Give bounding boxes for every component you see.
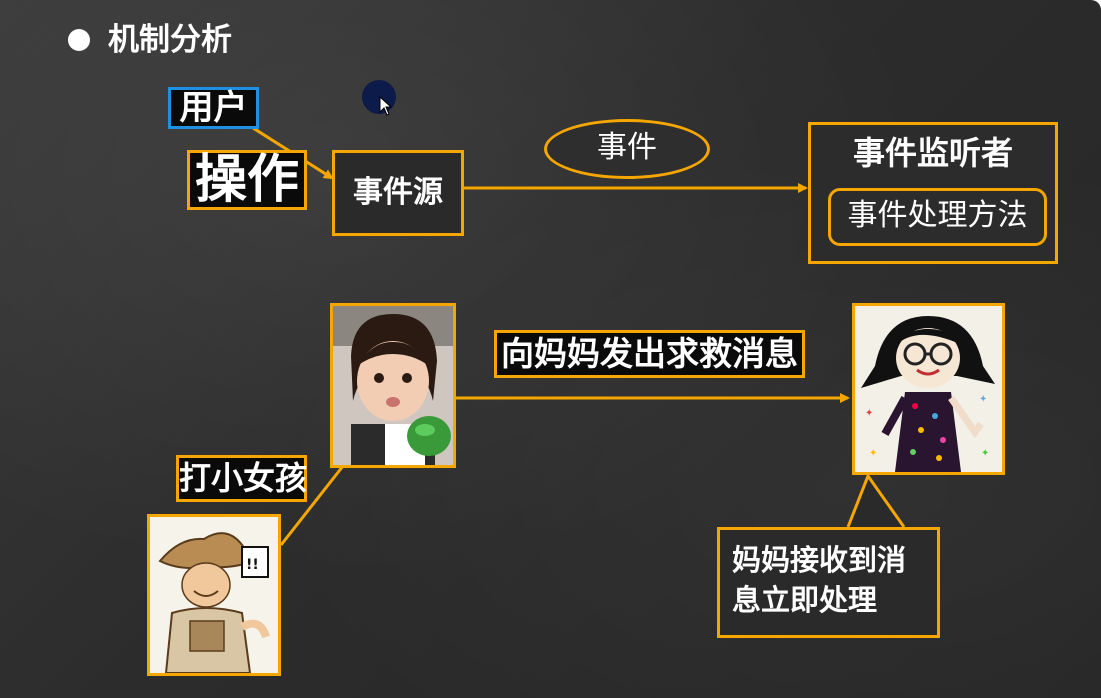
handler-method-box: 事件处理方法 [828,188,1047,246]
operation-label: 操作 [187,150,307,210]
svg-text:✦: ✦ [979,394,987,405]
event-ellipse: 事件 [544,119,710,179]
callout-pointer [846,472,906,528]
little-girl-photo [330,303,456,468]
listener-title: 事件监听者 [852,134,1013,172]
boy-drawing: !! [147,514,281,676]
mother-callout: 妈妈接收到消息立即处理 [717,527,940,638]
mother-drawing: ✦ ✦ ✦ ✦ [852,303,1005,475]
event-source-box: 事件源 [332,150,464,236]
hit-girl-label: 打小女孩 [176,455,307,502]
slide: 机制分析 用户 操作 事件源 事件 事件监听者 事件处理方法 ✦ ✦ ✦ ✦ !… [0,0,1101,698]
svg-text:✦: ✦ [865,408,873,419]
svg-text:✦: ✦ [981,448,989,459]
message-label: 向妈妈发出求救消息 [494,330,805,378]
user-label: 用户 [168,87,259,129]
event-listener-box: 事件监听者 事件处理方法 [808,122,1058,264]
svg-text:!!: !! [246,557,259,573]
bullet-dot-icon [68,29,90,51]
svg-text:✦: ✦ [869,448,877,459]
mouse-pointer-icon [379,96,393,116]
slide-title: 机制分析 [108,22,232,58]
